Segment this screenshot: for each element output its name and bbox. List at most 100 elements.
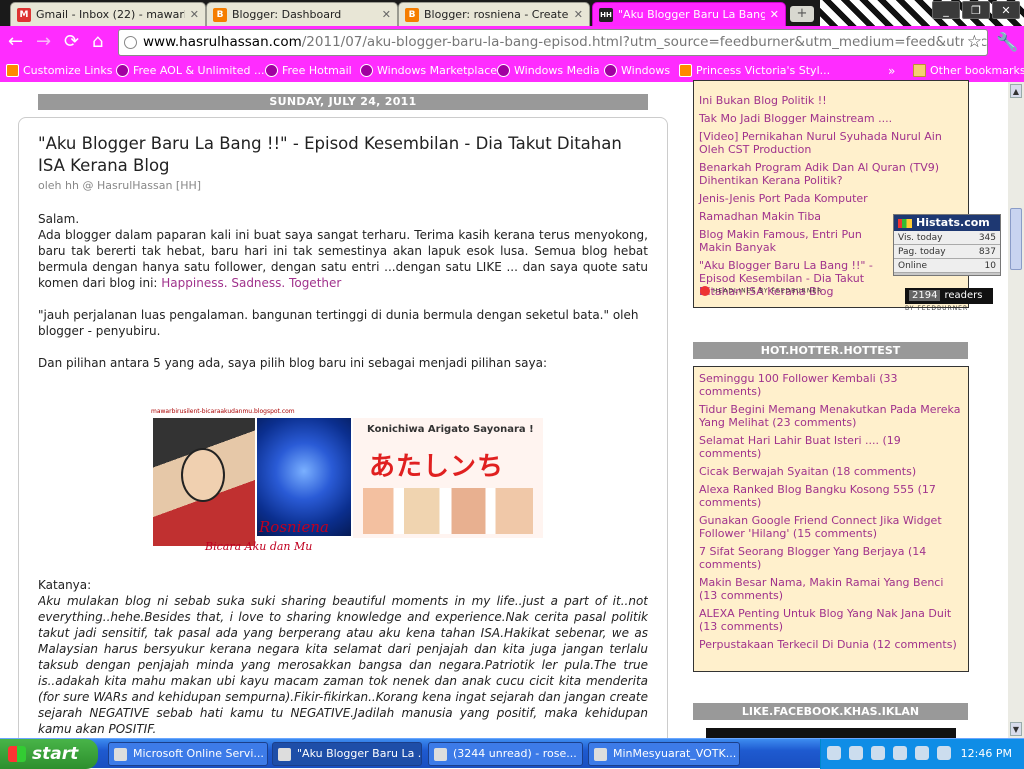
bookmark-icon xyxy=(116,64,129,77)
tray-app-icon[interactable] xyxy=(937,746,951,760)
facebook-widget[interactable] xyxy=(706,728,956,738)
taskbar-item[interactable]: (3244 unread) - rose... xyxy=(428,742,583,766)
hot-link[interactable]: Perpustakaan Terkecil Di Dunia (12 comme… xyxy=(699,638,963,651)
blog-link[interactable]: Happiness. Sadness. Together xyxy=(161,276,341,290)
sidebar-link[interactable]: Ini Bukan Blog Politik !! xyxy=(699,94,963,107)
blogger-icon xyxy=(679,64,692,77)
bookmark-item[interactable]: Free Hotmail xyxy=(265,64,352,77)
bookmark-star-icon[interactable]: ☆ xyxy=(963,30,982,55)
new-tab-button[interactable]: + xyxy=(790,6,814,22)
other-bookmarks[interactable]: Other bookmarks xyxy=(913,64,1024,77)
histats-label: Vis. today xyxy=(898,233,943,243)
address-bar[interactable]: www.hasrulhassan.com/2011/07/aku-blogger… xyxy=(118,29,988,56)
hot-link[interactable]: Seminggu 100 Follower Kembali (33 commen… xyxy=(699,372,963,398)
close-window-button[interactable]: ✕ xyxy=(992,1,1020,19)
taskbar-item[interactable]: Microsoft Online Servi... xyxy=(108,742,268,766)
sidebar-link[interactable]: [Video] Pernikahan Nurul Syuhada Nurul A… xyxy=(699,130,963,156)
hot-link[interactable]: Alexa Ranked Blog Bangku Kosong 555 (17 … xyxy=(699,483,963,509)
histats-value: 345 xyxy=(978,233,996,243)
histats-row: Online 10 xyxy=(894,259,1000,273)
system-tray: 12:46 PM xyxy=(820,739,1024,769)
url-host: www.hasrulhassan.com xyxy=(143,34,302,50)
tray-app-icon[interactable] xyxy=(893,746,907,760)
tab-blogger-dashboard[interactable]: B Blogger: Dashboard ✕ xyxy=(206,2,398,26)
bookmark-item[interactable]: Princess Victoria's Styl... xyxy=(679,64,830,77)
tab-strip: M Gmail - Inbox (22) - mawarbiru ✕ B Blo… xyxy=(0,0,1024,26)
hot-link[interactable]: 7 Sifat Seorang Blogger Yang Berjaya (14… xyxy=(699,545,963,571)
hot-link[interactable]: Cicak Berwajah Syaitan (18 comments) xyxy=(699,465,963,478)
tab-gmail[interactable]: M Gmail - Inbox (22) - mawarbiru ✕ xyxy=(10,2,206,26)
forward-button[interactable]: → xyxy=(36,33,51,51)
bookmarks-overflow-button[interactable]: » xyxy=(888,64,895,78)
bookmark-icon xyxy=(604,64,617,77)
home-button[interactable]: ⌂ xyxy=(92,33,103,51)
page-icon xyxy=(124,36,137,49)
sidebar-link[interactable]: Blog Makin Famous, Entri Pun Makin Banya… xyxy=(699,228,894,254)
sidebar-link[interactable]: Tak Mo Jadi Blogger Mainstream .... xyxy=(699,112,963,125)
close-icon[interactable]: ✕ xyxy=(382,8,391,21)
paragraph-text: Ada blogger dalam paparan kali ini buat … xyxy=(38,228,648,290)
katanya-label: Katanya: xyxy=(38,578,92,592)
bookmark-item[interactable]: Windows Media xyxy=(497,64,600,77)
histats-value: 10 xyxy=(984,261,996,271)
hot-link[interactable]: Selamat Hari Lahir Buat Isteri .... (19 … xyxy=(699,434,963,460)
gmail-icon: M xyxy=(17,7,31,22)
tab-blogger-create[interactable]: B Blogger: rosniena - Create Po ✕ xyxy=(398,2,590,26)
network-icon[interactable] xyxy=(871,746,885,760)
taskbar-item-active[interactable]: "Aku Blogger Baru La ... xyxy=(272,742,422,766)
post-salam: Salam. xyxy=(38,212,80,226)
tab-label: "Aku Blogger Baru La Bang !!" xyxy=(618,8,765,21)
hot-link[interactable]: Makin Besar Nama, Makin Ramai Yang Benci… xyxy=(699,576,963,602)
histats-row: Pag. today 837 xyxy=(894,245,1000,259)
histats-value: 837 xyxy=(978,247,996,257)
bookmark-label: Free Hotmail xyxy=(282,64,352,77)
help-icon[interactable] xyxy=(827,746,841,760)
vertical-scrollbar[interactable]: ▲ ▼ xyxy=(1008,82,1024,738)
scroll-up-arrow-icon[interactable]: ▲ xyxy=(1010,84,1022,98)
taskbar-item[interactable]: MinMesyuarat_VOTK... xyxy=(588,742,740,766)
minimize-button[interactable]: _ xyxy=(932,1,960,19)
start-button[interactable]: start xyxy=(0,739,98,769)
close-icon[interactable]: ✕ xyxy=(190,8,199,21)
tab-active-post[interactable]: HH "Aku Blogger Baru La Bang !!" ✕ xyxy=(592,2,786,26)
maximize-button[interactable]: ❐ xyxy=(962,1,990,19)
post-title[interactable]: "Aku Blogger Baru La Bang !!" - Episod K… xyxy=(38,133,648,177)
bookmark-item[interactable]: Windows xyxy=(604,64,670,77)
scroll-down-arrow-icon[interactable]: ▼ xyxy=(1010,722,1022,736)
blogger-quote: Aku mulakan blog ni sebab suka suki shar… xyxy=(38,594,648,733)
hot-link[interactable]: Gunakan Google Friend Connect Jika Widge… xyxy=(699,514,963,540)
sidebar-link[interactable]: Jenis-Jenis Port Pada Komputer xyxy=(699,192,963,205)
hot-link[interactable]: ALEXA Penting Untuk Blog Yang Nak Jana D… xyxy=(699,607,963,633)
reload-button[interactable]: ⟳ xyxy=(64,33,79,51)
bookmark-icon xyxy=(360,64,373,77)
bookmark-item[interactable]: Free AOL & Unlimited ... xyxy=(116,64,264,77)
like-heading: LIKE.FACEBOOK.KHAS.IKLAN xyxy=(693,703,968,720)
cartoon-panel: Konichiwa Arigato Sayonara ! あたしンち xyxy=(353,418,543,538)
back-button[interactable]: ← xyxy=(8,33,23,51)
close-icon[interactable]: ✕ xyxy=(574,8,583,21)
tab-label: Blogger: Dashboard xyxy=(232,8,342,21)
readers-label: readers xyxy=(944,290,983,301)
bookmark-item[interactable]: Customize Links xyxy=(6,64,113,77)
wrench-icon[interactable]: 🔧 xyxy=(996,32,1018,53)
bookmark-item[interactable]: Windows Marketplace xyxy=(360,64,497,77)
feedburner-badge[interactable]: HEADLINES BY FEEDBURNER xyxy=(700,286,822,296)
readers-counter[interactable]: 2194 readers xyxy=(905,288,993,304)
post-author[interactable]: oleh hh @ HasrulHassan [HH] xyxy=(38,179,201,192)
hot-link[interactable]: Tidur Begini Memang Menakutkan Pada Mere… xyxy=(699,403,963,429)
banner-photo xyxy=(153,418,255,546)
sidebar-link[interactable]: Benarkah Program Adik Dan Al Quran (TV9)… xyxy=(699,161,963,187)
close-icon[interactable]: ✕ xyxy=(770,8,779,21)
scroll-thumb[interactable] xyxy=(1010,208,1022,270)
banner-greeting: Konichiwa Arigato Sayonara ! xyxy=(367,424,534,435)
post-paragraph-1: Ada blogger dalam paparan kali ini buat … xyxy=(38,227,648,291)
blog-banner-image[interactable]: mawarbirusilent-bicaraakudanmu.blogspot.… xyxy=(151,408,543,558)
volume-icon[interactable] xyxy=(849,746,863,760)
hot-posts-box: Seminggu 100 Follower Kembali (33 commen… xyxy=(693,366,969,672)
blogger-icon: B xyxy=(405,7,419,22)
bookmark-label: Free AOL & Unlimited ... xyxy=(133,64,265,77)
tray-app-icon[interactable] xyxy=(915,746,929,760)
feedburner-icon xyxy=(700,286,710,296)
histats-widget[interactable]: Histats.com Vis. today 345 Pag. today 837 … xyxy=(893,214,1001,276)
